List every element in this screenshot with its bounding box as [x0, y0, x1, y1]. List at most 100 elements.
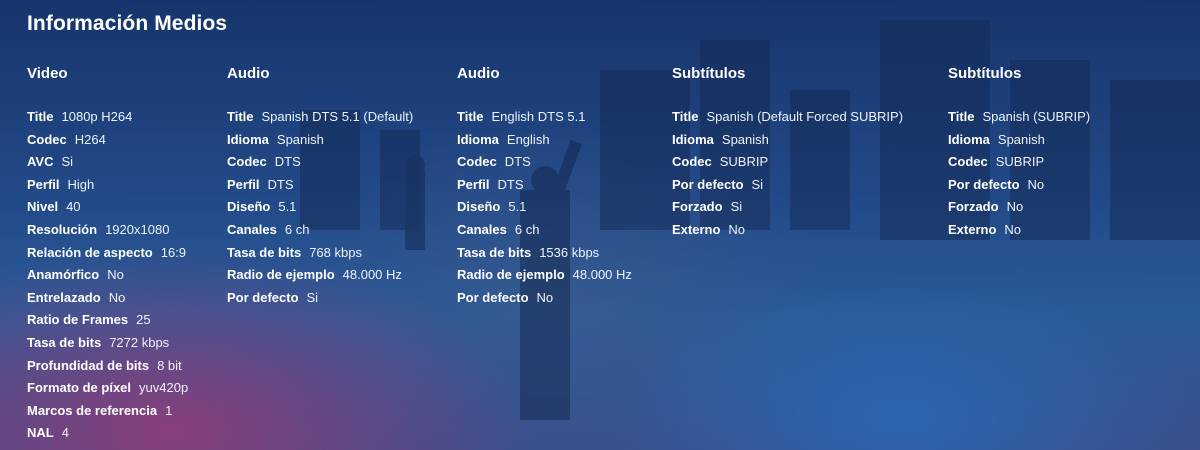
property-key: Codec: [948, 154, 988, 170]
property-value: No: [1004, 221, 1022, 237]
property-key: Canales: [227, 221, 277, 237]
property-value: DTS: [497, 176, 524, 192]
property-key: Perfil: [227, 176, 260, 192]
stream-heading: Video: [27, 65, 68, 82]
property-key: Resolución: [27, 221, 98, 237]
property-value: 1536 kbps: [539, 244, 600, 260]
stream-properties: Title 1080p H264 Codec H264 AVC Si Perfil Hi…: [27, 106, 188, 445]
property-key: Perfil: [27, 176, 60, 192]
media-info-panel: Información Medios Video Title 1080p H264…: [0, 0, 1200, 450]
property-value: 1080p H264: [61, 109, 133, 124]
property-key: Idioma: [227, 131, 269, 147]
stream-properties: Title English DTS 5.1 Idioma English Codec…: [457, 106, 632, 309]
property-row: Diseño 5.1: [457, 196, 632, 219]
property-value: H264: [74, 131, 106, 147]
property-value: SUBRIP: [995, 154, 1045, 170]
property-key: Title: [948, 109, 975, 124]
property-value: yuv420p: [139, 380, 189, 396]
property-row: Perfil High: [27, 174, 188, 197]
property-value: Si: [730, 199, 743, 215]
property-key: Tasa de bits: [27, 334, 102, 350]
property-row: Idioma Spanish: [948, 129, 1090, 152]
property-row: Title Spanish DTS 5.1 (Default): [227, 106, 413, 129]
property-key: Codec: [672, 154, 712, 170]
property-row: Resolución 1920x1080: [27, 219, 188, 242]
stream-heading: Audio: [227, 65, 270, 82]
stream-column-subtitles-2: Subtítulos Title Spanish (SUBRIP) Idioma S…: [948, 64, 1090, 242]
property-row: Formato de píxel yuv420p: [27, 377, 188, 400]
property-key: Radio de ejemplo: [227, 267, 335, 283]
property-row: Perfil DTS: [227, 174, 413, 197]
property-value: Spanish DTS 5.1 (Default): [261, 109, 414, 124]
property-key: Idioma: [672, 131, 714, 147]
property-value: 5.1: [508, 199, 527, 215]
property-row: Tasa de bits 768 kbps: [227, 242, 413, 265]
property-row: NAL 4: [27, 422, 188, 445]
property-row: Marcos de referencia 1: [27, 400, 188, 423]
property-value: Spanish: [721, 131, 769, 147]
property-key: Anamórfico: [27, 267, 100, 283]
property-key: Formato de píxel: [27, 380, 132, 396]
property-row: Canales 6 ch: [227, 219, 413, 242]
property-value: DTS: [504, 154, 531, 170]
stream-properties: Title Spanish (SUBRIP) Idioma Spanish Code…: [948, 106, 1090, 242]
property-value: Spanish: [276, 131, 324, 147]
property-value: English DTS 5.1: [491, 109, 586, 124]
property-key: Forzado: [948, 199, 999, 215]
property-value: 5.1: [278, 199, 297, 215]
property-row: Nivel 40: [27, 196, 188, 219]
property-key: Por defecto: [672, 176, 744, 192]
property-row: Idioma English: [457, 129, 632, 152]
property-value: 6 ch: [284, 221, 310, 237]
property-key: Forzado: [672, 199, 723, 215]
property-key: Entrelazado: [27, 289, 101, 305]
property-key: Por defecto: [948, 176, 1020, 192]
property-value: DTS: [267, 176, 294, 192]
property-row: Por defecto No: [457, 287, 632, 310]
property-value: No: [108, 289, 126, 305]
property-value: 48.000 Hz: [572, 267, 632, 283]
property-row: Codec DTS: [457, 151, 632, 174]
property-key: Title: [227, 109, 254, 124]
property-row: Codec H264: [27, 129, 188, 152]
property-key: Tasa de bits: [457, 244, 532, 260]
property-row: Relación de aspecto 16:9: [27, 242, 188, 265]
property-row: Forzado Si: [672, 196, 903, 219]
property-row: Tasa de bits 7272 kbps: [27, 332, 188, 355]
property-value: 48.000 Hz: [342, 267, 402, 283]
stream-column-audio-2: Audio Title English DTS 5.1 Idioma English…: [457, 64, 632, 309]
property-value: 8 bit: [157, 357, 182, 373]
property-value: DTS: [274, 154, 301, 170]
property-key: Idioma: [948, 131, 990, 147]
page-title: Información Medios: [27, 12, 228, 35]
property-value: 40: [66, 199, 81, 215]
stream-heading: Subtítulos: [948, 65, 1022, 82]
property-key: NAL: [27, 425, 54, 441]
property-row: Ratio de Frames 25: [27, 309, 188, 332]
property-key: Title: [27, 109, 54, 124]
property-row: Diseño 5.1: [227, 196, 413, 219]
property-key: Ratio de Frames: [27, 312, 129, 328]
property-row: AVC Si: [27, 151, 188, 174]
property-key: Title: [457, 109, 484, 124]
property-value: 1920x1080: [105, 221, 170, 237]
stream-properties: Title Spanish (Default Forced SUBRIP) Idi…: [672, 106, 903, 242]
property-value: Si: [61, 154, 74, 170]
property-key: Externo: [948, 221, 997, 237]
stream-column-video: Video Title 1080p H264 Codec H264 AVC Si Pe…: [27, 64, 188, 445]
property-value: No: [536, 289, 554, 305]
property-row: Anamórfico No: [27, 264, 188, 287]
property-row: Radio de ejemplo 48.000 Hz: [227, 264, 413, 287]
property-value: Spanish: [997, 131, 1045, 147]
property-row: Profundidad de bits 8 bit: [27, 355, 188, 378]
property-row: Por defecto Si: [227, 287, 413, 310]
property-row: Radio de ejemplo 48.000 Hz: [457, 264, 632, 287]
property-key: Externo: [672, 221, 721, 237]
property-value: Si: [751, 176, 764, 192]
property-value: No: [728, 221, 746, 237]
property-value: No: [1006, 199, 1024, 215]
property-key: AVC: [27, 154, 54, 170]
property-key: Por defecto: [457, 289, 529, 305]
property-key: Nivel: [27, 199, 59, 215]
property-value: 25: [136, 312, 151, 328]
